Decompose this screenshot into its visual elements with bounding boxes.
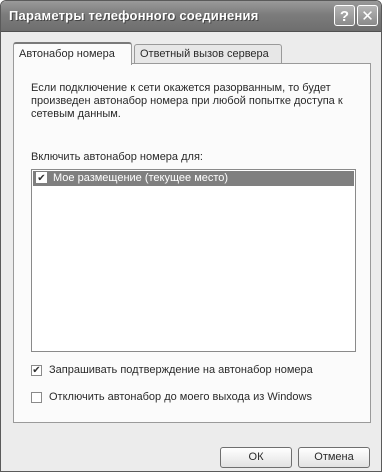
disable-autodial-label: Отключить автонабор до моего выхода из W… [49, 391, 312, 403]
title-bar[interactable]: Параметры телефонного соединения ? ✕ [1, 1, 381, 32]
confirm-autodial-label: Запрашивать подтверждение на автонабор н… [49, 364, 313, 376]
disable-autodial-checkbox[interactable] [31, 392, 42, 403]
location-checkbox[interactable]: ✔ [36, 172, 47, 184]
locations-listbox[interactable]: ✔ Мое размещение (текущее место) [31, 169, 356, 352]
ok-button[interactable]: ОК [220, 447, 292, 468]
confirm-autodial-checkbox[interactable]: ✔ [31, 365, 42, 376]
help-icon: ? [339, 8, 350, 25]
tab-panel-autodial: Если подключение к сети окажется разорва… [13, 63, 371, 423]
cancel-button[interactable]: Отмена [298, 447, 370, 468]
locations-list-label: Включить автонабор номера для: [31, 151, 203, 163]
window-title: Параметры телефонного соединения [9, 8, 259, 23]
close-button[interactable]: ✕ [357, 5, 378, 26]
tab-autodial[interactable]: Автонабор номера [13, 42, 132, 65]
dialog-window: Параметры телефонного соединения ? ✕ Авт… [0, 0, 382, 472]
list-item-my-location[interactable]: ✔ Мое размещение (текущее место) [33, 171, 354, 186]
autodial-description: Если подключение к сети окажется разорва… [31, 82, 343, 120]
close-icon: ✕ [361, 8, 374, 25]
help-button[interactable]: ? [334, 5, 355, 26]
location-label: Мое размещение (текущее место) [53, 172, 229, 184]
tab-server-callback[interactable]: Ответный вызов сервера [134, 44, 282, 64]
